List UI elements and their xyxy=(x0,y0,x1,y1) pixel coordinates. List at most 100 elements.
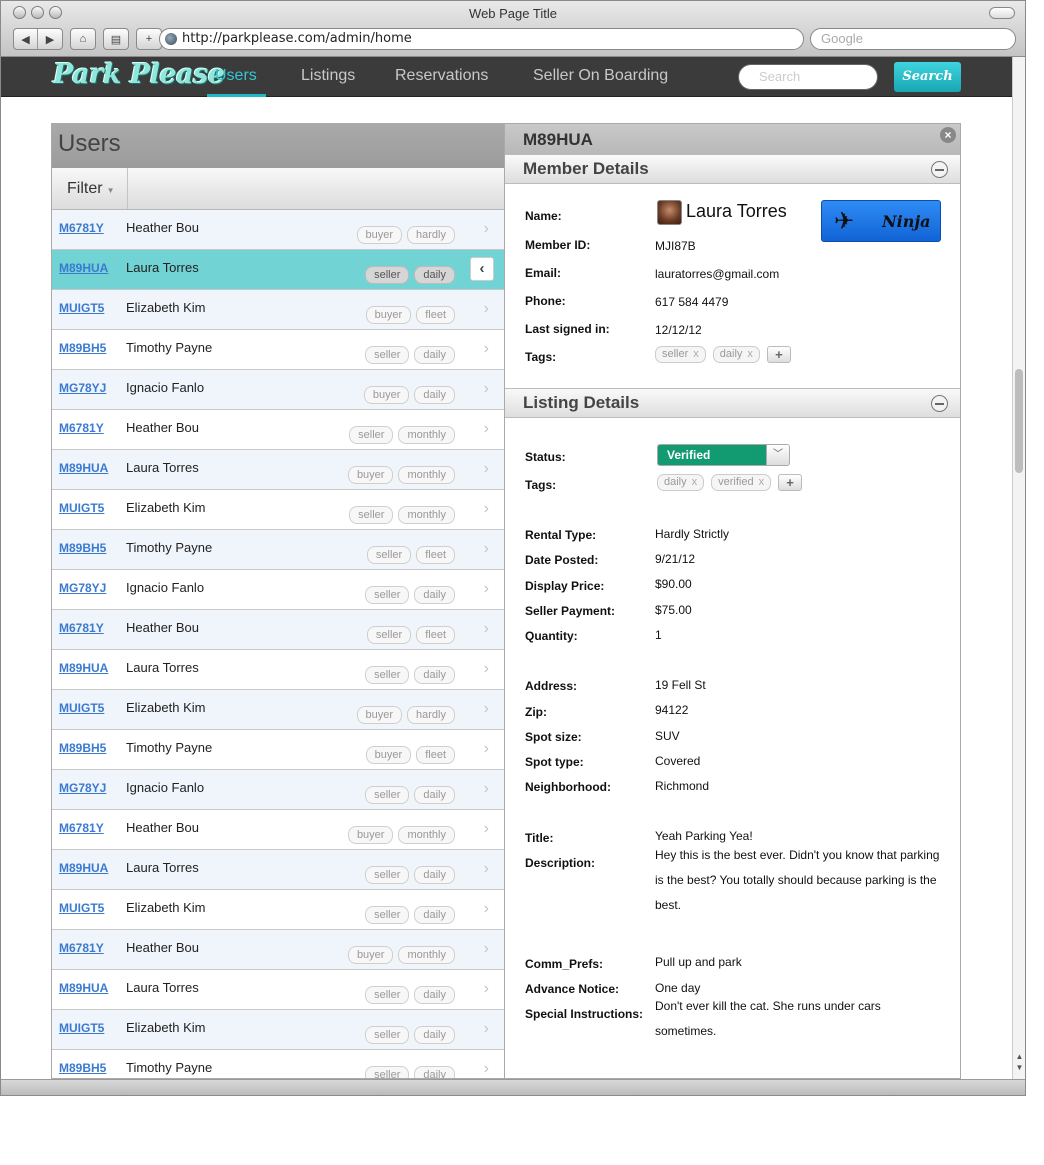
row-tag[interactable]: daily xyxy=(414,586,455,604)
chevron-right-icon[interactable]: › xyxy=(484,980,489,998)
chevron-right-icon[interactable]: › xyxy=(484,780,489,798)
chevron-down-icon[interactable]: ﹀ xyxy=(766,445,789,465)
chevron-right-icon[interactable]: › xyxy=(484,660,489,678)
remove-tag-icon[interactable]: x xyxy=(747,348,753,360)
user-id-link[interactable]: M89HUA xyxy=(59,261,108,275)
row-tag[interactable]: buyer xyxy=(347,946,394,964)
row-tag[interactable]: daily xyxy=(414,346,455,364)
user-id-link[interactable]: MUIGT5 xyxy=(59,1021,104,1035)
chevron-right-icon[interactable]: › xyxy=(484,340,489,358)
user-id-link[interactable]: M89HUA xyxy=(59,461,108,475)
table-row[interactable]: MG78YJ Ignacio Fanlo seller daily › xyxy=(52,770,505,810)
row-tag[interactable]: seller xyxy=(349,426,394,444)
scroll-down-icon[interactable]: ▼ xyxy=(1014,1063,1025,1073)
close-icon[interactable]: × xyxy=(940,127,956,143)
row-tag[interactable]: daily xyxy=(414,906,455,924)
member-details-header[interactable]: Member Details xyxy=(505,154,960,184)
user-id-link[interactable]: M89HUA xyxy=(59,861,108,875)
row-tag[interactable]: fleet xyxy=(416,626,455,644)
chevron-right-icon[interactable]: › xyxy=(484,380,489,398)
row-tag[interactable]: seller xyxy=(365,266,410,284)
add-tag-button[interactable]: + xyxy=(778,474,803,491)
user-id-link[interactable]: MG78YJ xyxy=(59,581,106,595)
user-id-link[interactable]: M89BH5 xyxy=(59,741,106,755)
row-tag[interactable]: fleet xyxy=(416,306,455,324)
user-id-link[interactable]: MUIGT5 xyxy=(59,501,104,515)
row-tag[interactable]: monthly xyxy=(398,946,455,964)
row-tag[interactable]: seller xyxy=(365,346,410,364)
row-tag[interactable]: daily xyxy=(414,386,455,404)
chevron-right-icon[interactable]: › xyxy=(484,820,489,838)
home-icon[interactable]: ⌂ xyxy=(71,29,95,49)
user-id-link[interactable]: M89BH5 xyxy=(59,1061,106,1075)
row-tag[interactable]: fleet xyxy=(416,546,455,564)
row-tag[interactable]: seller xyxy=(365,666,410,684)
table-row[interactable]: MG78YJ Ignacio Fanlo seller daily › xyxy=(52,570,505,610)
table-row[interactable]: M89HUA Laura Torres seller daily › xyxy=(52,650,505,690)
table-row[interactable]: M6781Y Heather Bou buyer monthly › xyxy=(52,810,505,850)
row-tag[interactable]: hardly xyxy=(407,706,455,724)
user-id-link[interactable]: M6781Y xyxy=(59,941,104,955)
row-tag[interactable]: monthly xyxy=(398,826,455,844)
table-row[interactable]: M89HUA Laura Torres seller daily ‹ xyxy=(52,250,505,290)
row-tag[interactable]: monthly xyxy=(398,506,455,524)
app-search-button[interactable]: Search xyxy=(894,62,961,92)
table-row[interactable]: M89BH5 Timothy Payne seller daily › xyxy=(52,330,505,370)
chevron-right-icon[interactable]: › xyxy=(484,580,489,598)
user-id-link[interactable]: M6781Y xyxy=(59,621,104,635)
row-tag[interactable]: seller xyxy=(349,506,394,524)
user-id-link[interactable]: M6781Y xyxy=(59,221,104,235)
chevron-right-icon[interactable]: › xyxy=(484,540,489,558)
chevron-right-icon[interactable]: › xyxy=(484,940,489,958)
user-id-link[interactable]: M6781Y xyxy=(59,421,104,435)
user-id-link[interactable]: M6781Y xyxy=(59,821,104,835)
table-row[interactable]: MUIGT5 Elizabeth Kim buyer fleet › xyxy=(52,290,505,330)
chevron-right-icon[interactable]: › xyxy=(484,900,489,918)
user-id-link[interactable]: M89BH5 xyxy=(59,341,106,355)
listing-tag[interactable]: verified x xyxy=(711,474,772,491)
listing-tag[interactable]: daily x xyxy=(657,474,705,491)
table-row[interactable]: M89BH5 Timothy Payne seller fleet › xyxy=(52,530,505,570)
table-row[interactable]: M6781Y Heather Bou seller fleet › xyxy=(52,610,505,650)
chevron-right-icon[interactable]: › xyxy=(484,220,489,238)
row-tag[interactable]: buyer xyxy=(365,746,412,764)
table-row[interactable]: M6781Y Heather Bou buyer monthly › xyxy=(52,930,505,970)
chevron-right-icon[interactable]: › xyxy=(484,1020,489,1038)
table-row[interactable]: M89HUA Laura Torres buyer monthly › xyxy=(52,450,505,490)
collapse-listing-icon[interactable] xyxy=(931,395,948,412)
row-tag[interactable]: seller xyxy=(365,1066,410,1078)
remove-tag-icon[interactable]: x xyxy=(692,476,698,488)
user-id-link[interactable]: M89HUA xyxy=(59,981,108,995)
remove-tag-icon[interactable]: x xyxy=(693,348,699,360)
row-tag[interactable]: daily xyxy=(414,986,455,1004)
row-tag[interactable]: buyer xyxy=(356,706,403,724)
row-tag[interactable]: seller xyxy=(366,546,412,564)
row-tag[interactable]: fleet xyxy=(416,746,455,764)
user-id-link[interactable]: MUIGT5 xyxy=(59,301,104,315)
page-scrollbar[interactable]: ▲ ▼ xyxy=(1012,57,1025,1079)
nav-listings[interactable]: Listings xyxy=(301,67,355,85)
table-row[interactable]: M6781Y Heather Bou buyer hardly › xyxy=(52,210,505,250)
chevron-right-icon[interactable]: › xyxy=(484,420,489,438)
table-row[interactable]: MUIGT5 Elizabeth Kim seller daily › xyxy=(52,1010,505,1050)
row-tag[interactable]: seller xyxy=(365,906,410,924)
row-tag[interactable]: seller xyxy=(365,1026,410,1044)
app-search-input[interactable]: Search xyxy=(738,64,878,90)
chevron-right-icon[interactable]: › xyxy=(484,300,489,318)
status-select[interactable]: Verified ﹀ xyxy=(657,444,790,466)
user-id-link[interactable]: M89BH5 xyxy=(59,541,106,555)
row-tag[interactable]: daily xyxy=(414,666,455,684)
row-tag[interactable]: seller xyxy=(366,626,412,644)
member-tag[interactable]: daily x xyxy=(712,346,760,363)
row-tag[interactable]: daily xyxy=(414,266,455,284)
chevron-right-icon[interactable]: › xyxy=(484,700,489,718)
row-tag[interactable]: buyer xyxy=(363,386,410,404)
user-id-link[interactable]: MG78YJ xyxy=(59,381,106,395)
table-row[interactable]: MG78YJ Ignacio Fanlo buyer daily › xyxy=(52,370,505,410)
browser-search-input[interactable]: Google xyxy=(810,28,1016,50)
table-row[interactable]: M89BH5 Timothy Payne seller daily › xyxy=(52,1050,505,1078)
row-tag[interactable]: buyer xyxy=(365,306,412,324)
user-id-link[interactable]: M89HUA xyxy=(59,661,108,675)
row-tag[interactable]: seller xyxy=(365,866,410,884)
scroll-thumb[interactable] xyxy=(1015,369,1023,473)
